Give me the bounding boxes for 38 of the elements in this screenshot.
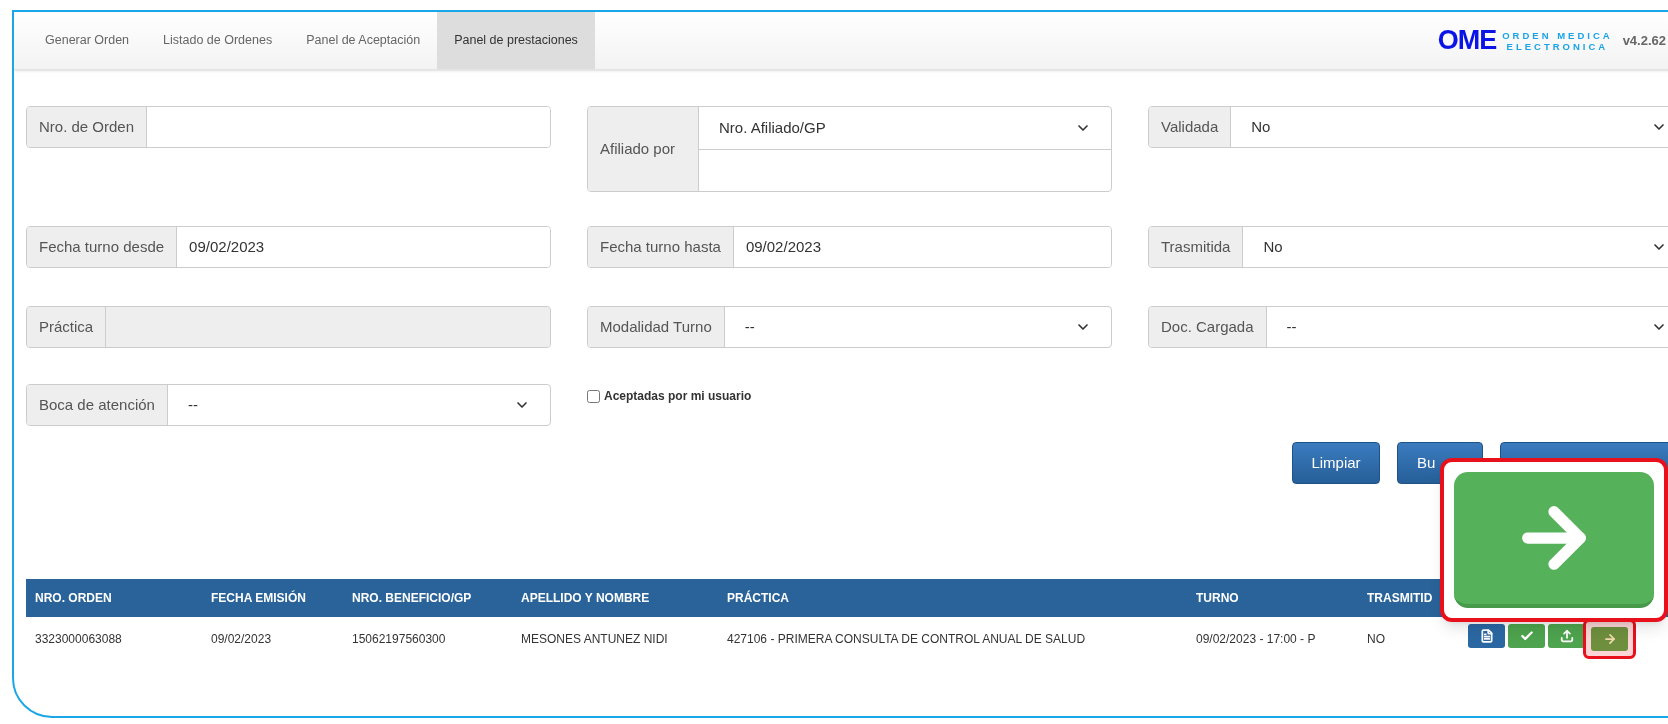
checkbox[interactable]	[587, 389, 600, 403]
nav-tab[interactable]: Panel de prestaciones	[437, 12, 595, 69]
check-icon	[1519, 629, 1534, 643]
column-header: FECHA EMISIÓN	[210, 589, 307, 607]
field-label: Nro. de Orden	[27, 107, 148, 147]
column-header: NRO. ORDEN	[34, 590, 113, 607]
table-cell-text: 09/02/2023 - 17:00 - P	[1195, 631, 1317, 648]
input-field[interactable]: Nro. de Orden	[26, 106, 551, 148]
table-cell-text: 3323000063088	[34, 631, 123, 648]
check-button[interactable]	[1508, 624, 1545, 648]
field-label: Fecha turno hasta	[588, 227, 734, 267]
column-header: NRO. BENEFICIO/GP	[351, 590, 473, 607]
upload-button[interactable]	[1548, 624, 1585, 648]
checkbox-label: Aceptadas por mi usuario	[604, 388, 752, 405]
document-icon	[1479, 629, 1494, 643]
field-label: Práctica	[27, 307, 107, 347]
table-cell-text: NO	[1366, 631, 1386, 648]
nav-tab[interactable]: Generar Orden	[28, 12, 147, 69]
column-header: PRÁCTICA	[726, 589, 790, 607]
input-field[interactable]: Fecha turno hasta 09/02/2023	[587, 226, 1112, 268]
field-label: Afiliado por	[588, 107, 699, 191]
table-cell-text: 15062197560300	[351, 631, 447, 648]
input-field[interactable]: Fecha turno desde 09/02/2023	[26, 226, 551, 268]
column-header: TURNO	[1195, 590, 1240, 607]
select-field[interactable]: Nro. Afiliado/GP	[699, 107, 1111, 150]
version-label: v4.2.62	[1622, 31, 1666, 50]
column-header: APELLIDO Y NOMBRE	[520, 590, 651, 607]
table-cell-text: 427106 - PRIMERA CONSULTA DE CONTROL ANUAL DE SALUD	[726, 631, 1087, 648]
nav-tab[interactable]: Panel de Aceptación	[289, 12, 438, 69]
table-cell-text: 09/02/2023	[210, 631, 273, 648]
field-label: Fecha turno desde	[27, 227, 178, 267]
document-button[interactable]	[1468, 624, 1505, 648]
upload-icon	[1559, 629, 1574, 643]
nav-tab[interactable]: Listado de Ordenes	[146, 12, 290, 69]
table-cell-text: MESONES ANTUNEZ NIDI	[520, 631, 669, 648]
forward-button[interactable]	[1591, 627, 1628, 651]
column-header: TRASMITID	[1366, 590, 1434, 607]
action-button[interactable]: Limpiar	[1292, 442, 1380, 484]
